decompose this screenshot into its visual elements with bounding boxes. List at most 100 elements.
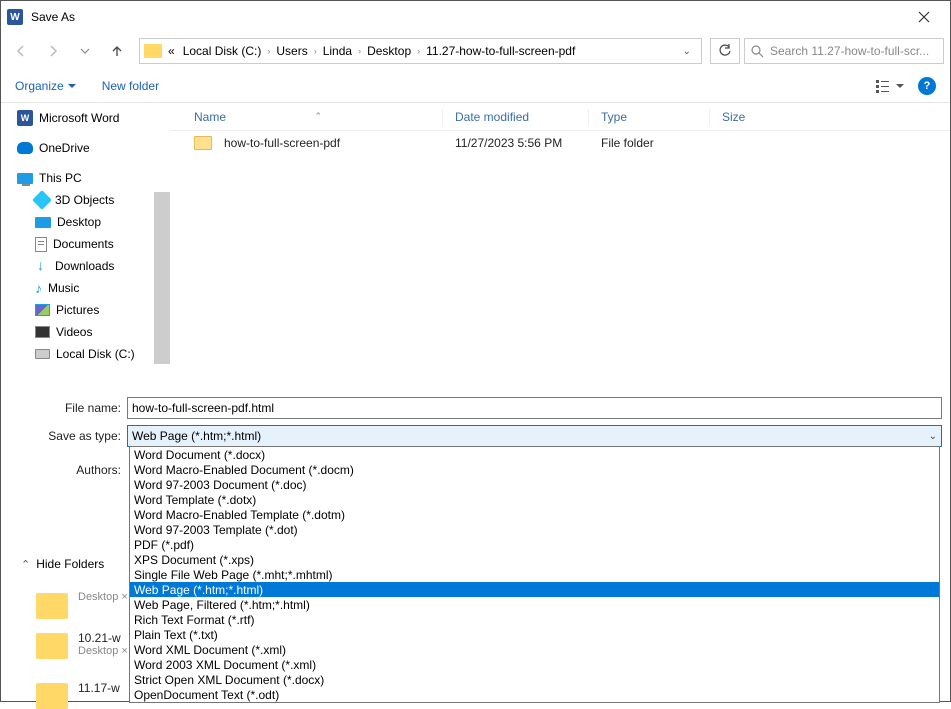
tree-item-disk[interactable]: Local Disk (C:) bbox=[11, 343, 170, 365]
folder-icon bbox=[144, 44, 162, 58]
chevron-down-icon: ⌄ bbox=[929, 431, 937, 442]
tree-item-pic[interactable]: Pictures bbox=[11, 299, 170, 321]
tree-item-label: Downloads bbox=[55, 259, 114, 273]
list-item[interactable]: how-to-full-screen-pdf 11/27/2023 5:56 P… bbox=[170, 131, 950, 155]
filetype-label: Save as type: bbox=[9, 429, 127, 443]
tree-item-label: Local Disk (C:) bbox=[56, 347, 135, 361]
chevron-right-icon: › bbox=[358, 46, 361, 56]
item-date: 11/27/2023 5:56 PM bbox=[443, 136, 588, 150]
breadcrumb-item[interactable]: 11.27-how-to-full-screen-pdf bbox=[424, 44, 577, 58]
word-app-icon: W bbox=[7, 9, 23, 25]
address-bar[interactable]: « Local Disk (C:) › Users › Linda › Desk… bbox=[139, 38, 702, 64]
new-folder-label: New folder bbox=[102, 79, 159, 93]
address-dropdown-button[interactable]: ⌄ bbox=[677, 46, 697, 57]
filetype-option[interactable]: Web Page (*.htm;*.html) bbox=[130, 582, 939, 597]
arrow-up-icon bbox=[110, 44, 124, 58]
view-options-button[interactable] bbox=[876, 79, 904, 93]
filetype-option[interactable]: Web Page, Filtered (*.htm;*.html) bbox=[130, 597, 939, 612]
recent-button[interactable] bbox=[71, 37, 99, 65]
list-header: Name ⌃ Date modified Type Size bbox=[170, 103, 950, 131]
tree-item-label: Pictures bbox=[56, 303, 99, 317]
filename-input[interactable] bbox=[127, 397, 942, 419]
filetype-option[interactable]: Word XML Document (*.xml) bbox=[130, 642, 939, 657]
tree-item-label: Microsoft Word bbox=[39, 111, 119, 125]
col-size-header[interactable]: Size bbox=[710, 110, 790, 124]
up-button[interactable] bbox=[103, 37, 131, 65]
hide-folders-button[interactable]: Hide Folders bbox=[36, 557, 104, 571]
desktop-item-sub: Desktop × bbox=[78, 591, 128, 603]
filetype-option[interactable]: Plain Text (*.txt) bbox=[130, 627, 939, 642]
filetype-option[interactable]: Word Document (*.docx) bbox=[130, 447, 939, 462]
tree-item-label: 3D Objects bbox=[55, 193, 114, 207]
chevron-down-icon bbox=[68, 82, 76, 90]
chevron-right-icon: › bbox=[314, 46, 317, 56]
close-button[interactable] bbox=[904, 3, 944, 31]
desktop-item: Desktop × bbox=[36, 591, 128, 619]
filetype-option[interactable]: Single File Web Page (*.mht;*.mhtml) bbox=[130, 567, 939, 582]
filetype-value: Web Page (*.htm;*.html) bbox=[132, 429, 261, 443]
tree-item-dl[interactable]: Downloads bbox=[11, 255, 170, 277]
tree-item-pc[interactable]: This PC bbox=[11, 167, 170, 189]
tree-item-3d[interactable]: 3D Objects bbox=[11, 189, 170, 211]
authors-label: Authors: bbox=[9, 463, 127, 477]
filetype-option[interactable]: Word 97-2003 Document (*.doc) bbox=[130, 477, 939, 492]
organize-button[interactable]: Organize bbox=[15, 79, 76, 93]
search-box[interactable]: Search 11.27-how-to-full-scr... bbox=[744, 38, 944, 64]
item-name: how-to-full-screen-pdf bbox=[224, 136, 340, 150]
col-date-header[interactable]: Date modified bbox=[443, 110, 588, 124]
filetype-option[interactable]: Rich Text Format (*.rtf) bbox=[130, 612, 939, 627]
file-list: Name ⌃ Date modified Type Size how-to-ful… bbox=[170, 103, 950, 386]
sort-indicator-icon: ⌃ bbox=[314, 111, 442, 122]
chevron-right-icon: › bbox=[267, 46, 270, 56]
tree-item-doc[interactable]: Documents bbox=[11, 233, 170, 255]
filetype-option[interactable]: XPS Document (*.xps) bbox=[130, 552, 939, 567]
forward-button[interactable] bbox=[39, 37, 67, 65]
refresh-button[interactable] bbox=[710, 38, 740, 64]
view-icon bbox=[876, 79, 894, 93]
folder-icon bbox=[36, 593, 68, 619]
breadcrumb-item[interactable]: Users bbox=[274, 44, 309, 58]
col-name-label: Name bbox=[194, 110, 226, 124]
help-button[interactable]: ? bbox=[918, 77, 936, 95]
filetype-select[interactable]: Web Page (*.htm;*.html) ⌄ bbox=[127, 425, 942, 447]
breadcrumb-item[interactable]: Linda bbox=[321, 44, 354, 58]
desktop-item-label: 10.21-w bbox=[78, 631, 128, 645]
body-pane: WMicrosoft Word OneDrive This PC 3D Objects… bbox=[1, 103, 950, 386]
search-placeholder: Search 11.27-how-to-full-scr... bbox=[770, 44, 929, 58]
tree-item-word[interactable]: WMicrosoft Word bbox=[11, 107, 170, 129]
col-name-header[interactable]: Name ⌃ bbox=[182, 110, 442, 124]
filetype-option[interactable]: Word Macro-Enabled Document (*.docm) bbox=[130, 462, 939, 477]
folder-icon bbox=[36, 633, 68, 659]
col-size-label: Size bbox=[722, 110, 745, 124]
refresh-icon bbox=[718, 44, 732, 58]
tree-item-cloud[interactable]: OneDrive bbox=[11, 137, 170, 159]
breadcrumb-item[interactable]: Local Disk (C:) bbox=[181, 44, 264, 58]
new-folder-button[interactable]: New folder bbox=[102, 79, 159, 93]
tree-scrollbar[interactable] bbox=[154, 192, 170, 364]
breadcrumb-item[interactable]: Desktop bbox=[365, 44, 413, 58]
tree-item-vid[interactable]: Videos bbox=[11, 321, 170, 343]
tree-item-label: Videos bbox=[56, 325, 92, 339]
filetype-option[interactable]: OpenDocument Text (*.odt) bbox=[130, 687, 939, 702]
chevron-down-icon bbox=[80, 46, 90, 56]
tree-item-desk[interactable]: Desktop bbox=[11, 211, 170, 233]
col-type-label: Type bbox=[601, 110, 627, 124]
window-title: Save As bbox=[31, 10, 904, 24]
filetype-option[interactable]: Word 97-2003 Template (*.dot) bbox=[130, 522, 939, 537]
back-button[interactable] bbox=[7, 37, 35, 65]
filetype-option[interactable]: PDF (*.pdf) bbox=[130, 537, 939, 552]
filename-label: File name: bbox=[9, 401, 127, 415]
chevron-right-icon: › bbox=[417, 46, 420, 56]
filetype-option[interactable]: Word 2003 XML Document (*.xml) bbox=[130, 657, 939, 672]
nav-tree: WMicrosoft Word OneDrive This PC 3D Objects… bbox=[1, 103, 170, 386]
col-type-header[interactable]: Type bbox=[589, 110, 709, 124]
desktop-item-label: 11.17-w bbox=[78, 681, 120, 695]
search-icon bbox=[751, 45, 764, 58]
filetype-option[interactable]: Word Macro-Enabled Template (*.dotm) bbox=[130, 507, 939, 522]
tree-item-music[interactable]: ♪Music bbox=[11, 277, 170, 299]
filetype-option[interactable]: Word Template (*.dotx) bbox=[130, 492, 939, 507]
desktop-item-sub: Desktop × bbox=[78, 645, 128, 657]
chevron-down-icon bbox=[896, 82, 904, 90]
filetype-option[interactable]: Strict Open XML Document (*.docx) bbox=[130, 672, 939, 687]
breadcrumb-prefix: « bbox=[166, 44, 177, 58]
